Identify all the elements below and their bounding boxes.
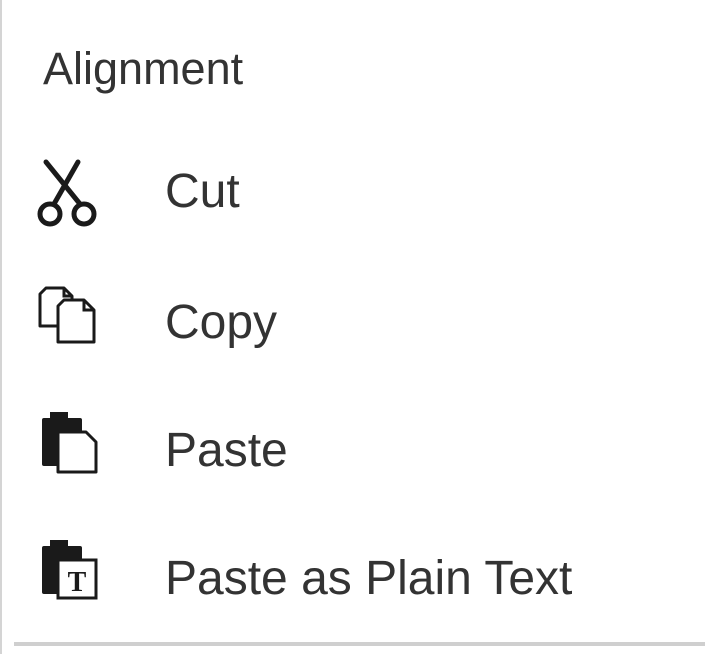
context-menu: Alignment Cut Copy Paste T Paste as Plai…	[0, 0, 705, 654]
menu-item-paste-as-plain-text[interactable]: T Paste as Plain Text	[4, 512, 705, 632]
menu-item-copy[interactable]: Copy	[4, 256, 705, 376]
menu-item-label: Paste	[165, 424, 288, 477]
menu-item-paste[interactable]: Paste	[4, 384, 705, 504]
menu-item-label: Paste as Plain Text	[165, 552, 573, 605]
copy-icon	[34, 282, 104, 352]
menu-item-label: Copy	[165, 296, 278, 349]
menu-item-label: Cut	[165, 165, 240, 218]
scissors-icon	[34, 158, 104, 228]
menu-item-cut[interactable]: Cut	[4, 128, 705, 248]
paste-plain-text-icon: T	[34, 536, 104, 606]
menu-separator	[14, 642, 705, 646]
menu-item-alignment[interactable]: Alignment	[43, 42, 243, 96]
paste-icon	[34, 408, 104, 478]
svg-text:T: T	[68, 567, 87, 598]
